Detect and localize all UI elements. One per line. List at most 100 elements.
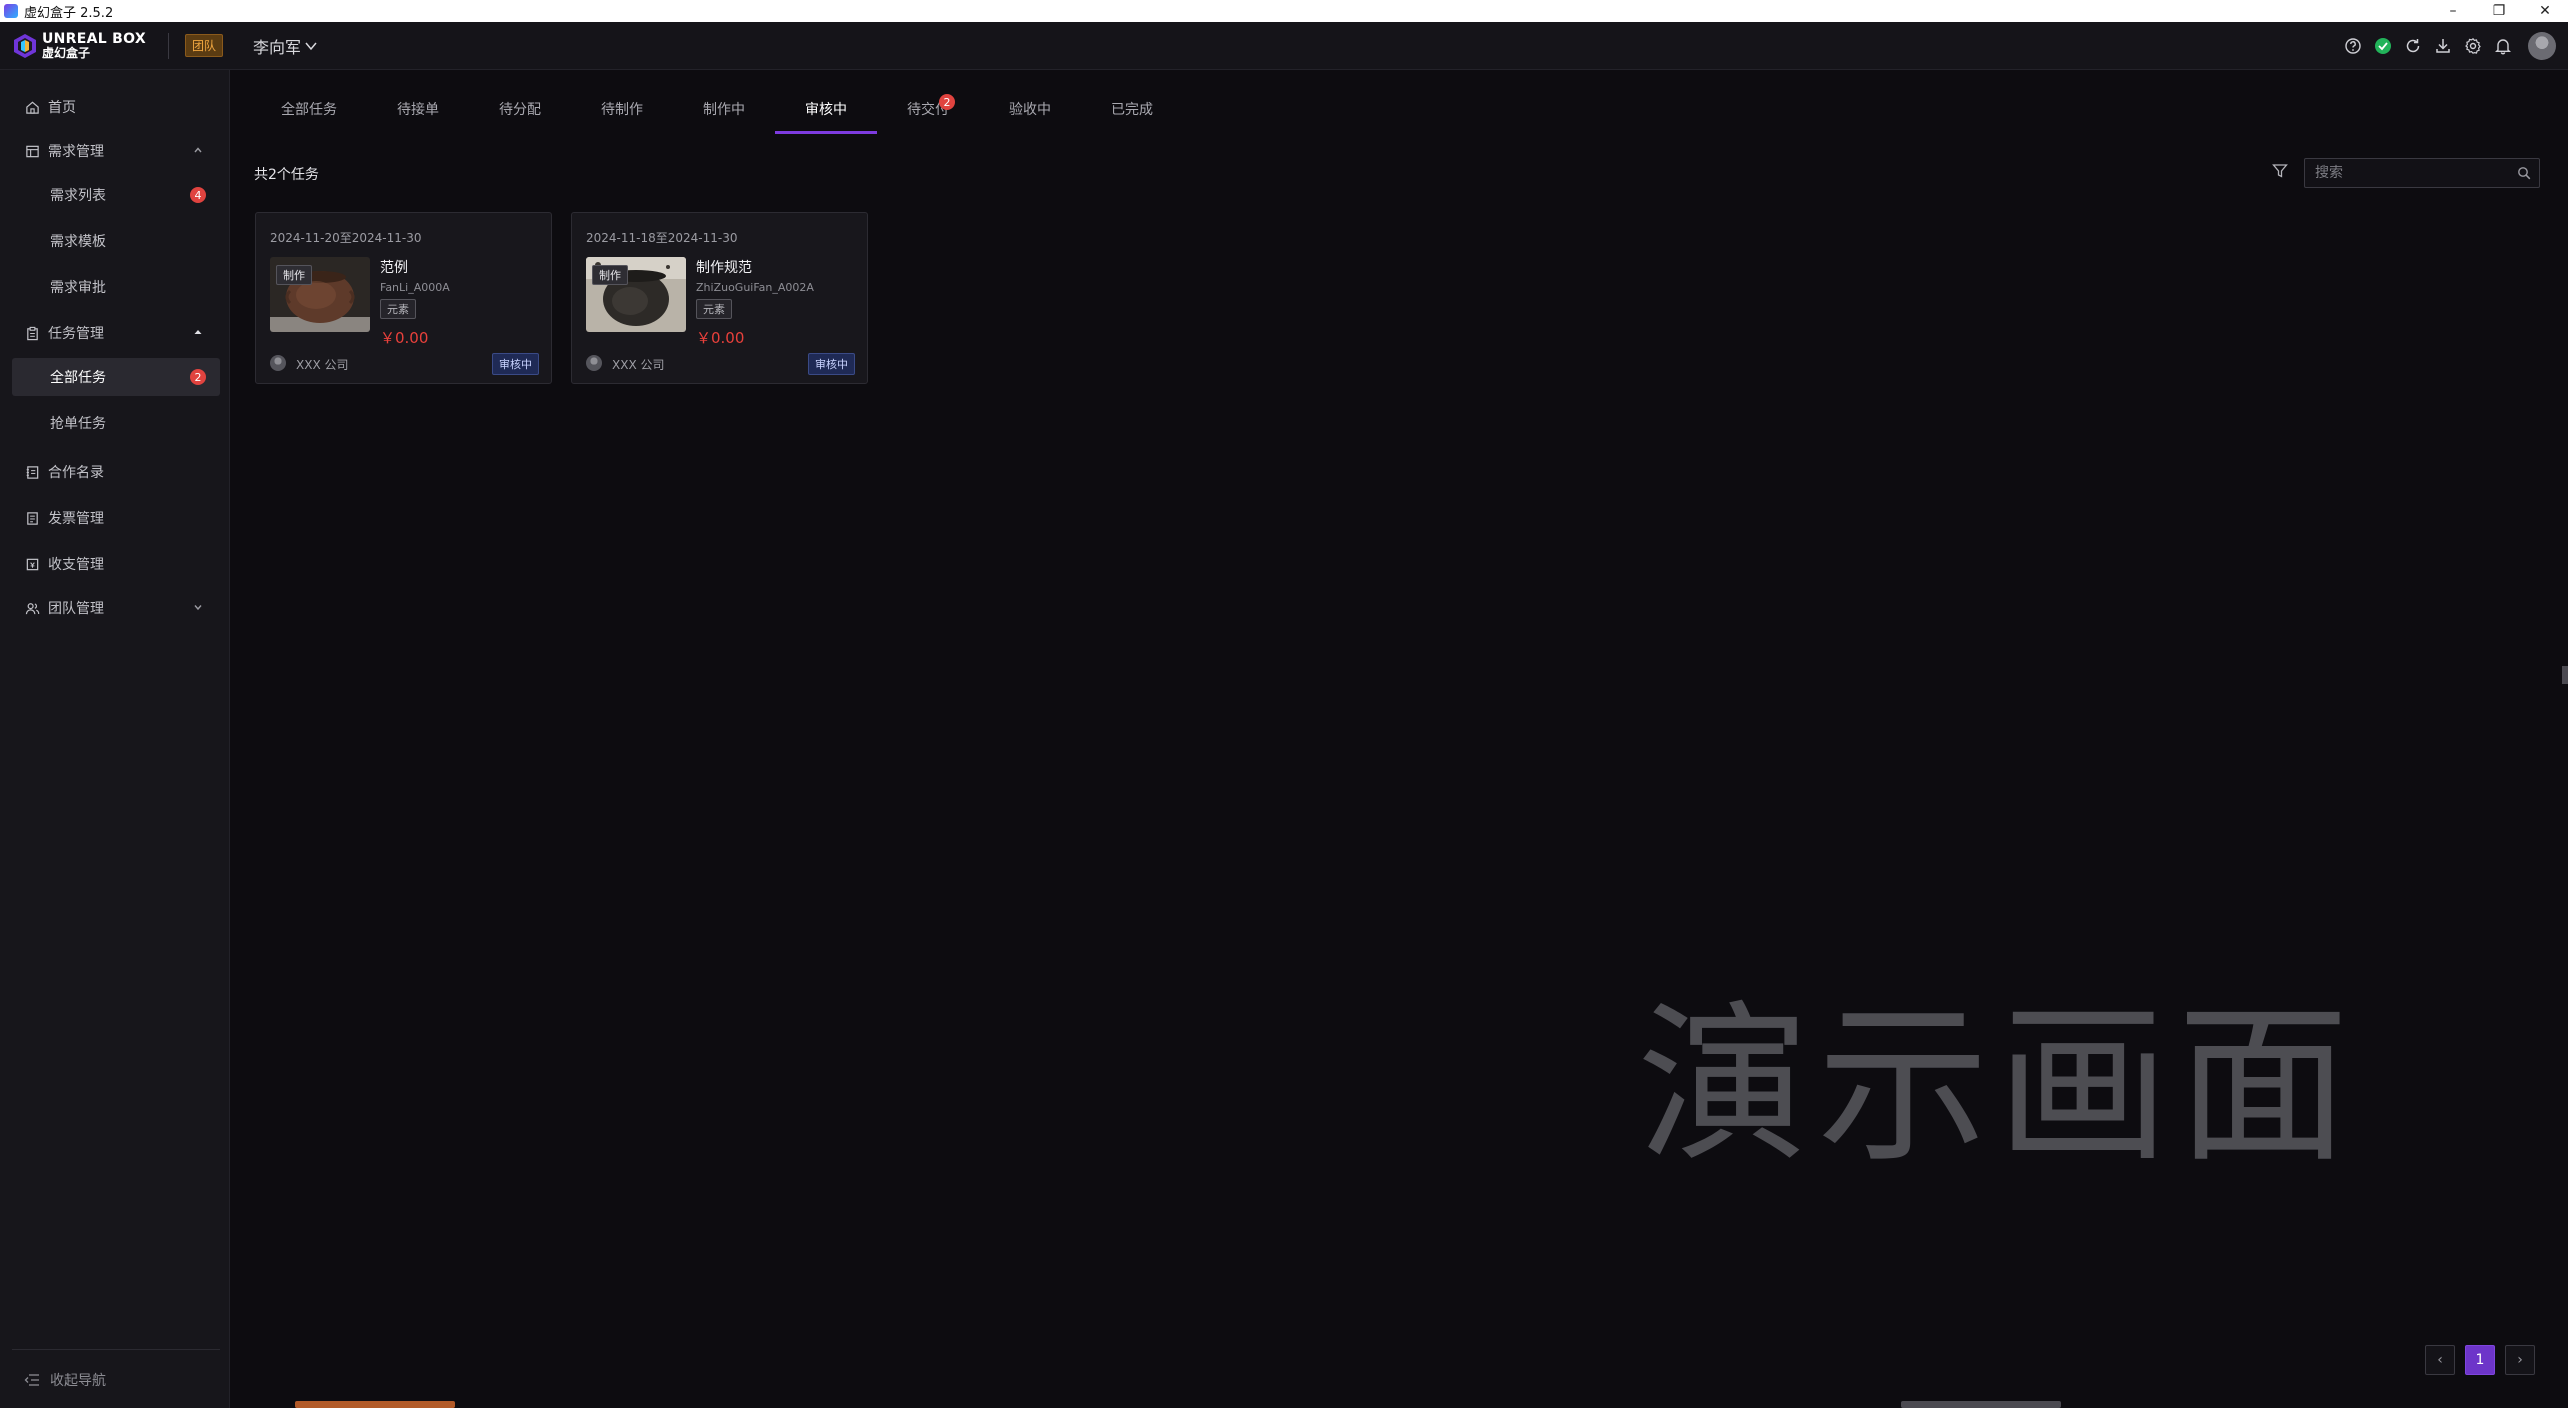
card-price: ￥0.00 xyxy=(696,329,745,347)
search-box xyxy=(2304,158,2540,188)
app-icon xyxy=(4,4,18,18)
tab-completed[interactable]: 已完成 xyxy=(1081,84,1183,134)
sidebar: 首页 需求管理 需求列表 4 需求模板 需求审批 任务管理 全部任务 2 抢单任… xyxy=(0,70,230,1408)
bell-icon[interactable] xyxy=(2492,35,2514,57)
task-count: 共2个任务 xyxy=(254,167,319,183)
horizontal-scrollbar[interactable] xyxy=(231,1398,2568,1408)
close-window-button[interactable]: ✕ xyxy=(2522,0,2568,22)
tab-in-review[interactable]: 审核中 xyxy=(775,84,877,134)
card-code: FanLi_A000A xyxy=(380,281,450,294)
card-title[interactable]: 范例 xyxy=(380,257,408,277)
card-tag: 制作 xyxy=(276,265,312,285)
window-controls: – ❐ ✕ xyxy=(2430,0,2568,22)
help-icon[interactable] xyxy=(2342,35,2364,57)
sidebar-item-label: 首页 xyxy=(48,100,76,116)
sidebar-item-demand-approval[interactable]: 需求审批 xyxy=(12,268,220,306)
next-page-button[interactable]: › xyxy=(2505,1345,2535,1375)
logo-icon xyxy=(12,33,38,59)
sidebar-item-label: 需求管理 xyxy=(48,144,104,160)
sidebar-item-finance[interactable]: 收支管理 xyxy=(12,545,220,583)
logo-text-cn: 虚幻盒子 xyxy=(42,45,91,60)
search-input[interactable] xyxy=(2305,159,2505,187)
filter-icon[interactable] xyxy=(2271,162,2289,180)
invoice-icon xyxy=(24,510,40,526)
clipboard-icon xyxy=(24,325,40,341)
sidebar-item-all-tasks[interactable]: 全部任务 2 xyxy=(12,358,220,396)
tab-pending-delivery[interactable]: 待交付 2 xyxy=(877,84,979,134)
home-icon xyxy=(24,99,40,115)
sidebar-item-invoice[interactable]: 发票管理 xyxy=(12,499,220,537)
chevron-down-icon xyxy=(194,605,202,611)
user-switcher[interactable]: 李向军 xyxy=(253,34,318,58)
window-title: 虚幻盒子 2.5.2 xyxy=(24,5,114,21)
settings-icon[interactable] xyxy=(2462,35,2484,57)
task-card[interactable]: 2024-11-18至2024-11-30 制作 制作规范 ZhiZuoGuiF… xyxy=(571,212,868,384)
os-titlebar: 虚幻盒子 2.5.2 – ❐ ✕ xyxy=(0,0,2568,22)
pagination: ‹ 1 › xyxy=(2425,1345,2535,1375)
download-icon[interactable] xyxy=(2432,35,2454,57)
card-type-tag: 元素 xyxy=(380,299,416,319)
user-avatar[interactable] xyxy=(2528,32,2556,60)
card-code: ZhiZuoGuiFan_A002A xyxy=(696,281,814,294)
sidebar-item-label: 任务管理 xyxy=(48,326,104,342)
card-price: ￥0.00 xyxy=(380,329,429,347)
sidebar-item-label: 团队管理 xyxy=(48,601,104,617)
collapse-menu-icon xyxy=(24,1374,39,1386)
card-type-tag: 元素 xyxy=(696,299,732,319)
sidebar-item-grab-tasks[interactable]: 抢单任务 xyxy=(12,404,220,442)
sidebar-group-demand[interactable]: 需求管理 xyxy=(12,132,220,170)
scroll-thumb[interactable] xyxy=(1901,1401,2061,1408)
sidebar-group-team[interactable]: 团队管理 xyxy=(12,589,220,627)
page-button-current[interactable]: 1 xyxy=(2465,1345,2495,1375)
vertical-scrollbar[interactable] xyxy=(2562,70,2568,1408)
company-avatar xyxy=(270,355,286,371)
main-content: 全部任务 待接单 待分配 待制作 制作中 审核中 待交付 2 验收中 已完成 共2… xyxy=(231,70,2568,1408)
tab-in-acceptance[interactable]: 验收中 xyxy=(979,84,1081,134)
sidebar-item-label: 需求模板 xyxy=(50,234,106,250)
sidebar-item-home[interactable]: 首页 xyxy=(12,88,220,126)
status-badge: 审核中 xyxy=(808,353,855,375)
tab-pending-production[interactable]: 待制作 xyxy=(571,84,673,134)
sidebar-item-demand-list[interactable]: 需求列表 4 xyxy=(12,176,220,214)
wallet-icon xyxy=(24,556,40,572)
card-date-range: 2024-11-18至2024-11-30 xyxy=(586,231,738,245)
caret-up-icon xyxy=(194,330,202,334)
demo-watermark: 演示画面 xyxy=(1637,985,2357,1186)
sidebar-item-partners[interactable]: 合作名录 xyxy=(12,453,220,491)
app-header: UNREAL BOX 虚幻盒子 团队 李向军 xyxy=(0,22,2568,70)
scroll-thumb[interactable] xyxy=(2562,666,2568,684)
count-badge: 2 xyxy=(939,94,955,110)
sidebar-divider xyxy=(12,1349,220,1350)
check-circle-icon[interactable] xyxy=(2372,35,2394,57)
contacts-icon xyxy=(24,464,40,480)
search-icon[interactable] xyxy=(2517,166,2531,180)
prev-page-button[interactable]: ‹ xyxy=(2425,1345,2455,1375)
scroll-thumb[interactable] xyxy=(295,1401,455,1408)
tab-in-production[interactable]: 制作中 xyxy=(673,84,775,134)
sidebar-item-label: 全部任务 xyxy=(50,370,106,386)
sidebar-group-task[interactable]: 任务管理 xyxy=(12,314,220,352)
tab-pending-assign[interactable]: 待分配 xyxy=(469,84,571,134)
team-badge[interactable]: 团队 xyxy=(184,34,223,57)
card-company: XXX 公司 xyxy=(612,358,665,372)
tab-all[interactable]: 全部任务 xyxy=(251,84,367,134)
restore-button[interactable]: ❐ xyxy=(2476,0,2522,22)
sidebar-item-label: 发票管理 xyxy=(48,511,104,527)
sidebar-item-label: 抢单任务 xyxy=(50,416,106,432)
sidebar-item-label: 需求列表 xyxy=(50,188,106,204)
table-icon xyxy=(24,143,40,159)
refresh-icon[interactable] xyxy=(2402,35,2424,57)
status-badge: 审核中 xyxy=(492,353,539,375)
sidebar-item-label: 合作名录 xyxy=(48,465,104,481)
card-title[interactable]: 制作规范 xyxy=(696,257,752,277)
card-company: XXX 公司 xyxy=(296,358,349,372)
collapse-nav-button[interactable]: 收起导航 xyxy=(24,1370,106,1390)
sidebar-item-demand-template[interactable]: 需求模板 xyxy=(12,222,220,260)
company-avatar xyxy=(586,355,602,371)
count-badge: 2 xyxy=(190,369,206,385)
sidebar-item-label: 需求审批 xyxy=(50,280,106,296)
task-card[interactable]: 2024-11-20至2024-11-30 制作 范例 FanLi_A000A … xyxy=(255,212,552,384)
collapse-nav-label: 收起导航 xyxy=(50,1373,106,1389)
tab-pending-accept[interactable]: 待接单 xyxy=(367,84,469,134)
minimize-button[interactable]: – xyxy=(2430,0,2476,22)
